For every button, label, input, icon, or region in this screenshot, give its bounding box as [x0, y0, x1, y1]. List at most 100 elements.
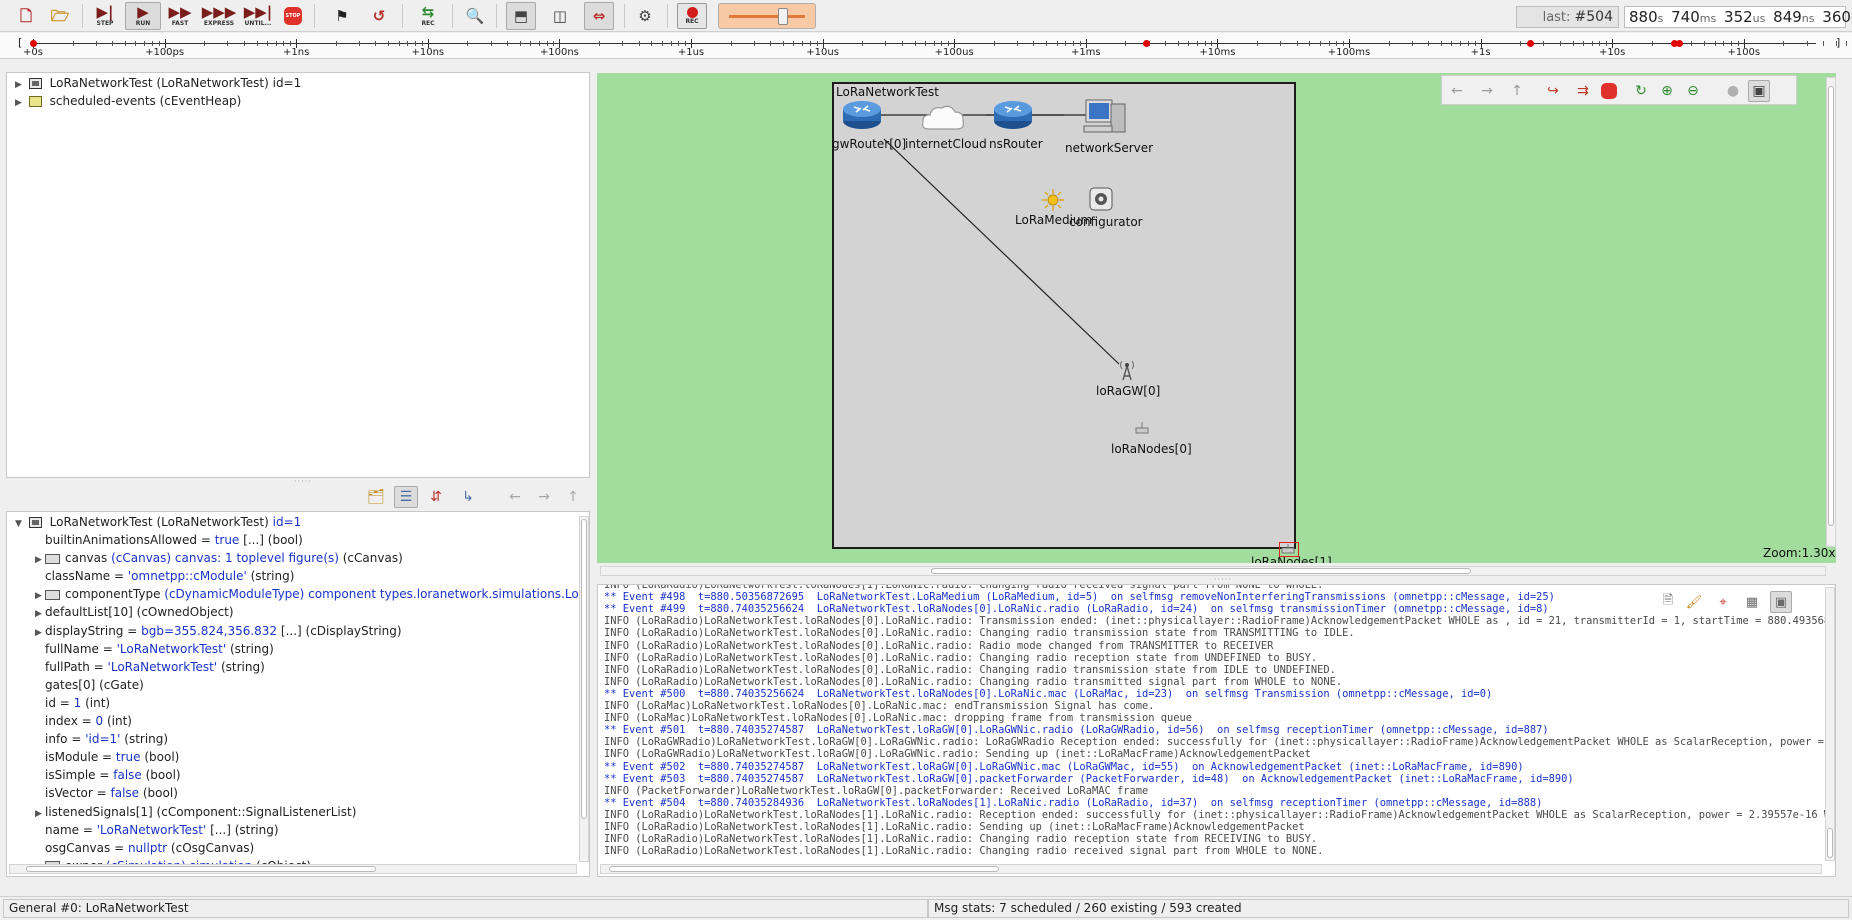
run-button[interactable]: ▶ RUN: [125, 2, 161, 30]
property-row[interactable]: fullName = 'LoRaNetworkTest' (string): [35, 640, 274, 658]
log-mode-button[interactable]: ▣: [1770, 591, 1792, 613]
network-server-node[interactable]: [1083, 98, 1127, 141]
property-row[interactable]: ▶ defaultList[10] (cOwnedObject): [35, 603, 234, 621]
collapse-arrow-icon[interactable]: ▼: [15, 515, 25, 533]
relayout-button[interactable]: ↻: [1630, 80, 1652, 102]
view-2d-button[interactable]: ▣: [1748, 80, 1770, 102]
fast-button[interactable]: ▶▶ FAST: [165, 2, 195, 30]
stop-button[interactable]: STOP: [281, 2, 305, 30]
property-row[interactable]: isModule = true (bool): [35, 748, 179, 766]
property-row[interactable]: className = 'omnetpp::cModule' (string): [35, 567, 294, 585]
tree-item-network[interactable]: ▶ LoRaNetworkTest (LoRaNetworkTest) id=1: [15, 74, 301, 92]
rebuild-network-button[interactable]: ↺: [367, 2, 391, 30]
canvas-horizontal-scrollbar[interactable]: [600, 566, 1826, 576]
nsrouter-node[interactable]: [993, 99, 1033, 134]
network-module-box[interactable]: LoRaNetworkTest gwRouter[0] internetClou…: [832, 82, 1296, 549]
property-row[interactable]: fullPath = 'LoRaNetworkTest' (string): [35, 658, 265, 676]
new-run-button[interactable]: 🗋: [14, 2, 38, 30]
canvas-back-button[interactable]: ←: [1446, 80, 1468, 102]
property-row[interactable]: osgCanvas = nullptr (cOsgCanvas): [35, 839, 254, 857]
lora-gateway-node[interactable]: [1117, 358, 1137, 385]
properties-horizontal-scrollbar[interactable]: [9, 864, 577, 874]
property-row[interactable]: builtinAnimationsAllowed = true [...] (b…: [35, 531, 303, 549]
log-info-line: INFO (LoRaMac)LoRaNetworkTest.loRaNodes[…: [604, 712, 1193, 725]
property-row[interactable]: isSimple = false (bool): [35, 766, 181, 784]
step-button[interactable]: ▶| STEP: [90, 2, 120, 30]
messages-mode-button[interactable]: ▦: [1741, 591, 1763, 613]
main-toolbar: 🗋 🗁 ▶| STEP ▶ RUN ▶▶ FAST ▶▶▶ EXPRESS ▶▶…: [0, 0, 1852, 32]
log-info-line: INFO (LoRaRadio)LoRaNetworkTest.loRaNode…: [604, 821, 1305, 833]
configurator-node[interactable]: [1089, 187, 1113, 214]
go-up-button[interactable]: ↑: [561, 486, 585, 508]
property-row[interactable]: isVector = false (bool): [35, 784, 178, 802]
timeline-minor-tick: [678, 41, 680, 46]
property-row[interactable]: ▶ displayString = bgb=355.824,356.832 [..…: [35, 622, 402, 640]
timeline-minor-tick: [1296, 41, 1298, 46]
property-row[interactable]: id = 1 (int): [35, 694, 110, 712]
property-row[interactable]: name = 'LoRaNetworkTest' [...] (string): [35, 821, 279, 839]
find-objects-button[interactable]: 🔍: [462, 2, 488, 30]
layout-vertical-button[interactable]: ◫: [545, 2, 575, 30]
tree-item-scheduled-events[interactable]: ▶ scheduled-events (cEventHeap): [15, 92, 241, 110]
speed-slider-thumb[interactable]: [777, 8, 788, 25]
filter-log-button[interactable]: 🖌: [1683, 591, 1705, 613]
log-vertical-scrollbar[interactable]: [1825, 587, 1835, 861]
timeline-event-marker[interactable]: [1527, 40, 1534, 47]
timeline-event-marker[interactable]: [1143, 40, 1150, 47]
log-horizontal-scrollbar[interactable]: [600, 864, 1822, 874]
property-row[interactable]: ▶ componentType (cDynamicModuleType) comp…: [35, 585, 589, 603]
zoom-in-button[interactable]: ⊕: [1656, 80, 1678, 102]
property-row[interactable]: ▶ canvas (cCanvas) canvas: 1 toplevel fig…: [35, 549, 403, 567]
timeline-tick-label: +10ns: [411, 47, 445, 58]
expand-arrow-icon[interactable]: ▶: [15, 94, 25, 112]
timeline-event-marker[interactable]: [30, 40, 37, 47]
event-log-panel[interactable]: INFO (LoRaRadio)LoRaNetworkTest.loRaNode…: [597, 584, 1836, 877]
mode-inheritance-button[interactable]: ⇵: [424, 486, 448, 508]
back-button[interactable]: ←: [503, 486, 527, 508]
record-video-button[interactable]: REC: [676, 2, 708, 30]
lora-medium-node[interactable]: [1041, 188, 1065, 215]
mode-children-button[interactable]: ↳: [456, 486, 480, 508]
properties-vertical-scrollbar[interactable]: [579, 516, 589, 862]
log-splitter-handle[interactable]: ·····: [1214, 575, 1232, 584]
gwrouter-node[interactable]: [842, 99, 882, 134]
canvas-stop-button[interactable]: [1598, 80, 1620, 102]
property-row[interactable]: ▶ listenedSignals[1] (cComponent::SignalL…: [35, 803, 356, 821]
animation-speed-slider[interactable]: [718, 3, 816, 29]
property-value: 'LoRaNetworkTest': [107, 659, 218, 674]
property-type: (string): [226, 641, 274, 656]
timeline-toggle-button[interactable]: ⇔: [584, 2, 614, 30]
run-until-button[interactable]: ▶▶| UNTIL...: [240, 2, 276, 30]
canvas-vertical-scrollbar[interactable]: [1826, 77, 1836, 547]
find-log-button[interactable]: ⌖: [1712, 591, 1734, 613]
step-to-module-button[interactable]: ↪: [1542, 80, 1564, 102]
object-tree-panel[interactable]: ▶ LoRaNetworkTest (LoRaNetworkTest) id=1…: [6, 72, 590, 478]
mode-flat-button[interactable]: ☰: [394, 486, 418, 508]
view-3d-button[interactable]: ●: [1722, 80, 1744, 102]
mode-grouped-button[interactable]: 🗂: [364, 486, 388, 508]
canvas-forward-button[interactable]: →: [1476, 80, 1498, 102]
object-inspector-panel[interactable]: ▼ LoRaNetworkTest (LoRaNetworkTest) id=1…: [6, 511, 590, 877]
network-canvas[interactable]: LoRaNetworkTest gwRouter[0] internetClou…: [597, 73, 1836, 563]
property-root[interactable]: ▼ LoRaNetworkTest (LoRaNetworkTest) id=1: [15, 513, 301, 531]
load-ned-button[interactable]: 🗁: [48, 2, 72, 30]
forward-button[interactable]: →: [532, 486, 556, 508]
timeline-event-marker[interactable]: [1676, 40, 1683, 47]
copy-log-button[interactable]: 🗎: [1657, 591, 1679, 613]
property-row[interactable]: gates[0] (cGate): [35, 676, 144, 694]
lora-node-0[interactable]: [1134, 421, 1150, 438]
run-to-module-button[interactable]: ⇉: [1572, 80, 1594, 102]
timeline-minor-tick: [388, 41, 390, 46]
express-button[interactable]: ▶▶▶ EXPRESS: [200, 2, 238, 30]
layout-horizontal-button[interactable]: ⬒: [506, 2, 536, 30]
event-timeline[interactable]: [ ] +0s +100ps +1ns +10ns +100ns +1us +10us +10…: [0, 33, 1852, 59]
internet-cloud-node[interactable]: [921, 103, 965, 136]
canvas-up-button[interactable]: ↑: [1506, 80, 1528, 102]
timeline-minor-tick: [1714, 41, 1716, 46]
record-eventlog-button[interactable]: ⇆ REC: [414, 2, 442, 30]
zoom-out-button[interactable]: ⊖: [1682, 80, 1704, 102]
property-row[interactable]: info = 'id=1' (string): [35, 730, 168, 748]
finish-simulation-button[interactable]: ⚑: [330, 2, 354, 30]
property-row[interactable]: index = 0 (int): [35, 712, 132, 730]
preferences-button[interactable]: ⚙: [632, 2, 658, 30]
